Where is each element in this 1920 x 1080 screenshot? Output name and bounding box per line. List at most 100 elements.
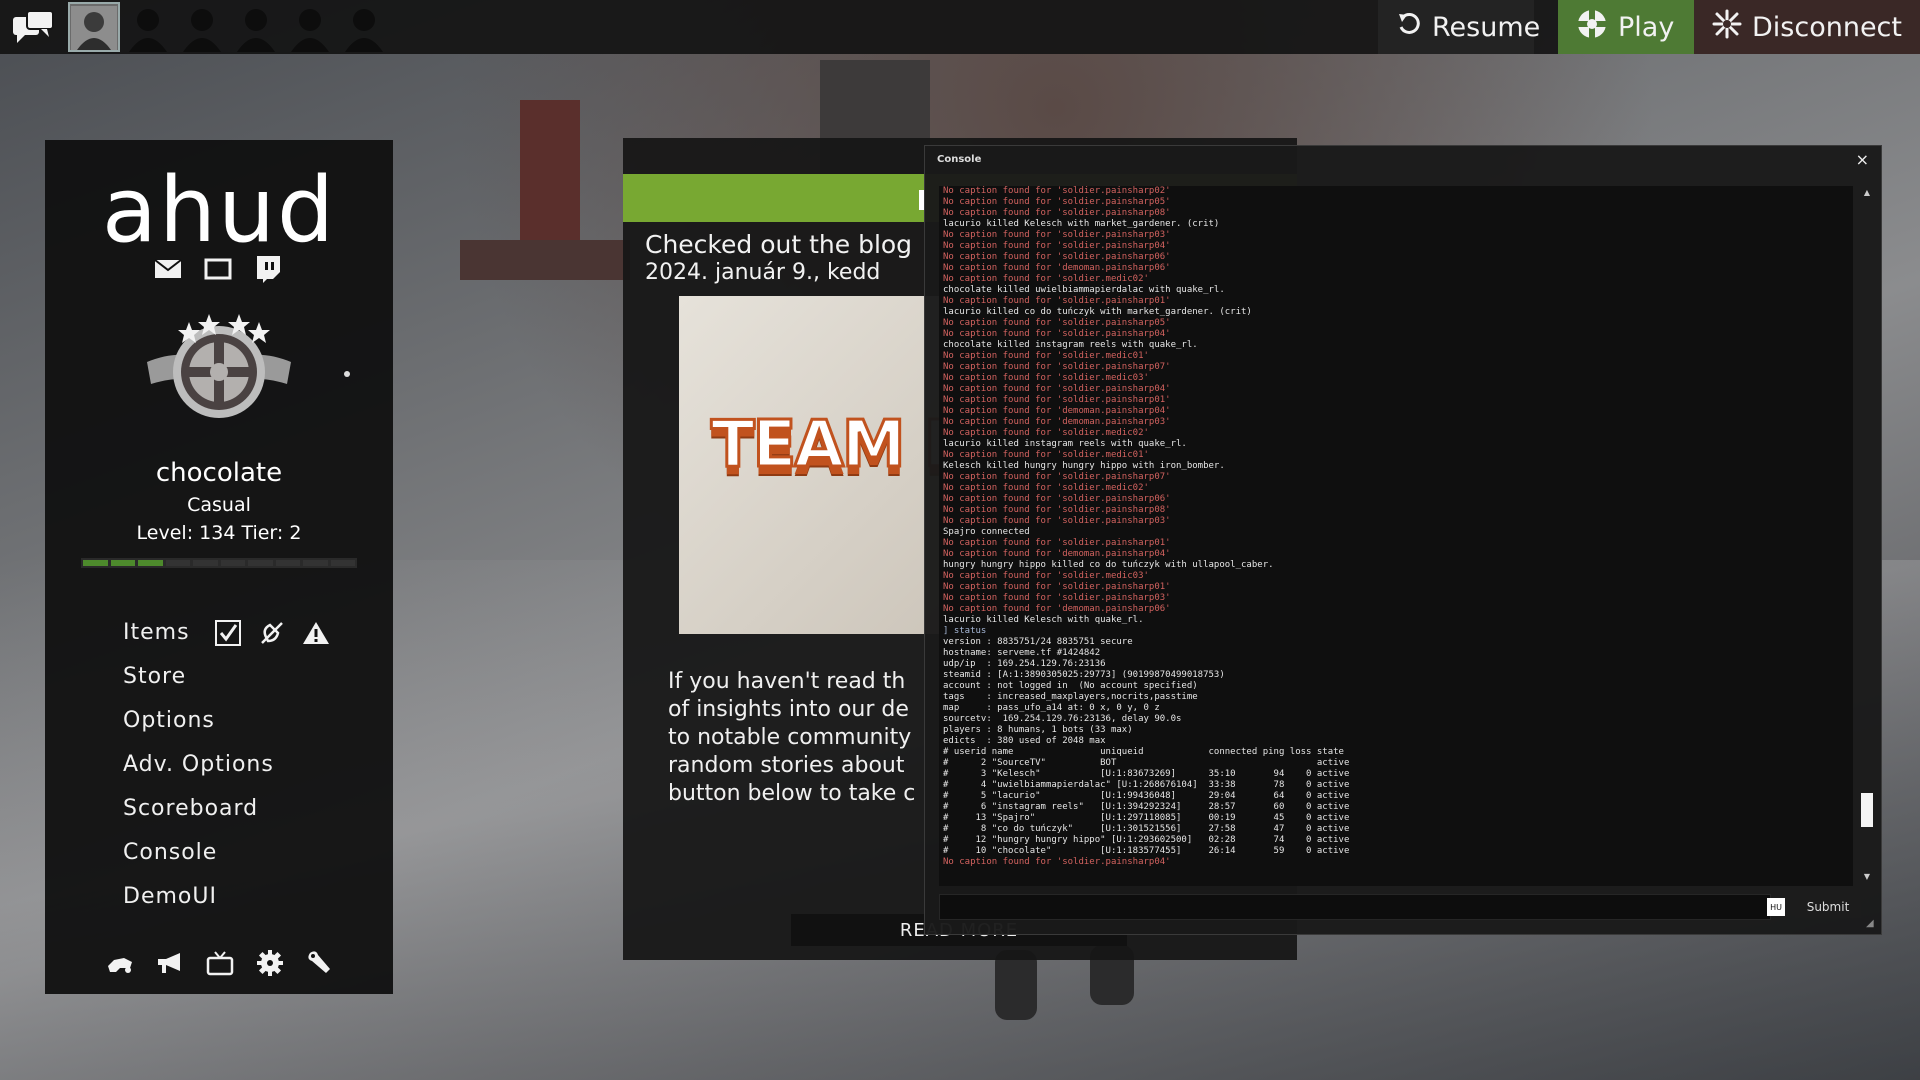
hud-tag-badge: HU xyxy=(1767,898,1785,916)
friend-slot-icon[interactable] xyxy=(122,2,174,52)
console-command-input[interactable] xyxy=(939,894,1771,920)
chat-bubbles-icon[interactable] xyxy=(10,4,56,52)
console-line: Kelesch killed hungry hungry hippo with … xyxy=(943,461,1225,471)
console-line: No caption found for 'demoman.painsharp0… xyxy=(943,604,1171,614)
resume-label: Resume xyxy=(1432,11,1541,43)
settings-gear-icon[interactable] xyxy=(255,948,285,978)
console-line: # 2 "SourceTV" BOT active xyxy=(943,758,1350,768)
console-line: No caption found for 'soldier.painsharp0… xyxy=(943,505,1171,515)
scrollbar-thumb[interactable] xyxy=(1861,793,1873,827)
console-line: No caption found for 'demoman.painsharp0… xyxy=(943,263,1171,273)
xp-segment xyxy=(193,560,218,566)
checkbox-icon[interactable] xyxy=(213,618,243,648)
console-line: No caption found for 'soldier.painsharp0… xyxy=(943,593,1171,603)
console-line: steamid : [A:1:3890305025:29773] (901998… xyxy=(943,670,1225,680)
tv-icon[interactable] xyxy=(205,948,235,978)
console-line: # 12 "hungry hungry hippo" [U:1:29360250… xyxy=(943,835,1350,845)
menu-item-store[interactable]: Store xyxy=(123,654,383,698)
friend-avatar-active[interactable] xyxy=(68,2,120,52)
console-line: No caption found for 'soldier.painsharp0… xyxy=(943,296,1171,306)
xp-segment xyxy=(330,560,355,566)
menu-item-options[interactable]: Options xyxy=(123,698,383,742)
console-line: No caption found for 'soldier.medic01' xyxy=(943,450,1149,460)
console-line: No caption found for 'soldier.painsharp0… xyxy=(943,395,1171,405)
menu-item-scoreboard[interactable]: Scoreboard xyxy=(123,786,383,830)
console-line: # 4 "uwielbiammapierdalac" [U:1:26867610… xyxy=(943,780,1350,790)
mail-icon[interactable] xyxy=(151,252,185,286)
close-icon[interactable]: × xyxy=(1856,150,1869,169)
friend-slot-icon[interactable] xyxy=(230,2,282,52)
console-line: No caption found for 'soldier.painsharp0… xyxy=(943,197,1171,207)
disconnect-label: Disconnect xyxy=(1752,11,1902,43)
hud-logo: ahud xyxy=(101,158,337,263)
console-line: players : 8 humans, 1 bots (33 max) xyxy=(943,725,1133,735)
console-line: sourcetv: 169.254.129.76:23136, delay 90… xyxy=(943,714,1182,724)
disconnect-button[interactable]: Disconnect xyxy=(1694,0,1920,54)
console-line: lacurio killed Kelesch with quake_rl. xyxy=(943,615,1144,625)
console-line: No caption found for 'soldier.medic02' xyxy=(943,483,1149,493)
console-line: lacurio killed Kelesch with market_garde… xyxy=(943,219,1220,229)
xp-progress-bar xyxy=(81,558,357,568)
console-line: No caption found for 'soldier.painsharp0… xyxy=(943,538,1171,548)
console-line: No caption found for 'soldier.painsharp0… xyxy=(943,230,1171,240)
console-line: No caption found for 'soldier.painsharp0… xyxy=(943,384,1171,394)
items-quick-icons xyxy=(213,618,331,648)
console-line: No caption found for 'demoman.painsharp0… xyxy=(943,406,1171,416)
console-line: # 3 "Kelesch" [U:1:83673269] 35:10 94 0 … xyxy=(943,769,1350,779)
resize-grip-icon[interactable]: ◢ xyxy=(1866,919,1878,931)
console-line: No caption found for 'soldier.painsharp0… xyxy=(943,252,1171,262)
scroll-up-arrow-icon[interactable]: ▲ xyxy=(1861,188,1873,200)
console-line: hostname: serveme.tf #1424842 xyxy=(943,648,1101,658)
console-line: lacurio killed co do tuńczyk with market… xyxy=(943,307,1252,317)
console-line: map : pass_ufo_a14 at: 0 x, 0 y, 0 z xyxy=(943,703,1160,713)
screen-icon[interactable] xyxy=(201,252,235,286)
console-line: version : 8835751/24 8835751 secure xyxy=(943,637,1133,647)
backpack-icon[interactable] xyxy=(105,948,135,978)
warning-icon[interactable] xyxy=(301,618,331,648)
console-output: No caption found for 'soldier.painsharp0… xyxy=(939,186,1853,886)
console-line: # 13 "Spajro" [U:1:297118085] 00:19 45 0… xyxy=(943,813,1350,823)
megaphone-icon[interactable] xyxy=(155,948,185,978)
wrench-icon[interactable] xyxy=(305,948,335,978)
console-line: chocolate killed uwielbiammapierdalac wi… xyxy=(943,285,1225,295)
console-line: No caption found for 'demoman.painsharp0… xyxy=(943,417,1171,427)
xp-segment xyxy=(138,560,163,566)
background-rocket-left xyxy=(995,950,1037,1020)
console-line: # userid name uniqueid connected ping lo… xyxy=(943,747,1344,757)
friend-slot-icon[interactable] xyxy=(176,2,228,52)
scroll-down-arrow-icon[interactable]: ▼ xyxy=(1861,872,1873,884)
console-line: No caption found for 'soldier.painsharp0… xyxy=(943,472,1171,482)
menu-item-demoui[interactable]: DemoUI xyxy=(123,874,383,918)
rank-emblem-icon xyxy=(137,310,301,430)
xp-segment xyxy=(248,560,273,566)
player-mode: Casual xyxy=(187,494,251,516)
console-line: No caption found for 'soldier.medic01' xyxy=(943,351,1149,361)
console-line: No caption found for 'soldier.painsharp0… xyxy=(943,186,1171,196)
player-level: Level: 134 Tier: 2 xyxy=(136,522,302,544)
console-line: # 8 "co do tuńczyk" [U:1:301521556] 27:5… xyxy=(943,824,1350,834)
console-line: No caption found for 'soldier.painsharp0… xyxy=(943,494,1171,504)
player-name: chocolate xyxy=(155,458,283,488)
console-line: No caption found for 'soldier.painsharp0… xyxy=(943,857,1171,867)
resume-icon xyxy=(1396,11,1422,44)
friend-slot-icon[interactable] xyxy=(284,2,336,52)
blog-date: 2024. január 9., kedd xyxy=(645,260,881,285)
main-menu-panel: ahud chocolate Casual Level: 134 Tier: 2… xyxy=(45,140,393,994)
play-button[interactable]: Play xyxy=(1558,0,1694,54)
no-trade-icon[interactable] xyxy=(257,618,287,648)
resume-button[interactable]: Resume xyxy=(1378,0,1540,54)
disconnect-burst-icon xyxy=(1712,9,1742,46)
submit-button[interactable]: Submit xyxy=(1795,896,1861,918)
friend-slot-icon[interactable] xyxy=(338,2,390,52)
console-scrollbar[interactable]: ▲ ▼ xyxy=(1861,188,1873,884)
menu-item-console[interactable]: Console xyxy=(123,830,383,874)
console-line: ] status xyxy=(943,626,987,636)
menu-item-adv-options[interactable]: Adv. Options xyxy=(123,742,383,786)
console-line: No caption found for 'soldier.medic02' xyxy=(943,428,1149,438)
console-title: Console xyxy=(937,154,982,165)
bottom-icon-row xyxy=(105,948,335,978)
console-line: No caption found for 'soldier.painsharp0… xyxy=(943,318,1171,328)
console-line: No caption found for 'soldier.painsharp0… xyxy=(943,516,1171,526)
play-logo-icon xyxy=(1576,8,1608,47)
twitch-icon[interactable] xyxy=(251,252,285,286)
